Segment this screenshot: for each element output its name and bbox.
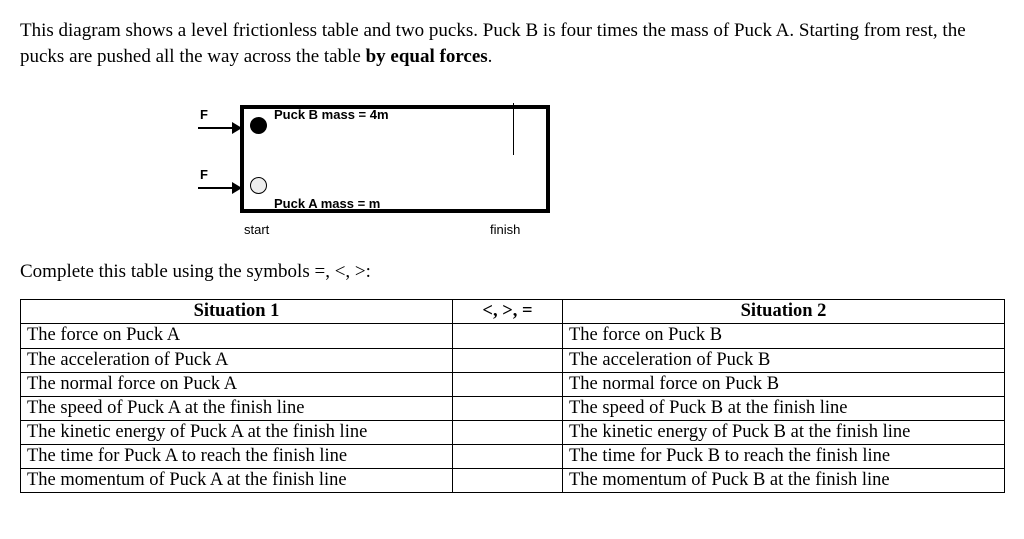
cell-operator-input[interactable] <box>453 348 563 372</box>
finish-line-icon <box>513 103 515 155</box>
cell-situation-1: The time for Puck A to reach the finish … <box>21 445 453 469</box>
cell-situation-2: The time for Puck B to reach the finish … <box>563 445 1005 469</box>
comparison-table: Situation 1 <, >, = Situation 2 The forc… <box>20 299 1005 493</box>
cell-operator-input[interactable] <box>453 445 563 469</box>
arrow-shaft-icon <box>198 187 234 189</box>
puck-b-label: Puck B mass = 4m <box>274 107 389 122</box>
arrow-head-icon <box>232 122 242 134</box>
table-row: The force on Puck A The force on Puck B <box>21 324 1005 348</box>
cell-situation-1: The force on Puck A <box>21 324 453 348</box>
table-row: The normal force on Puck A The normal for… <box>21 372 1005 396</box>
table-row: The acceleration of Puck A The accelerati… <box>21 348 1005 372</box>
cell-situation-2: The momentum of Puck B at the finish lin… <box>563 469 1005 493</box>
cell-operator-input[interactable] <box>453 420 563 444</box>
force-arrow-a: F <box>194 175 244 195</box>
table-row: The speed of Puck A at the finish line Th… <box>21 396 1005 420</box>
caption-finish: finish <box>490 222 520 237</box>
table-row: The momentum of Puck A at the finish lin… <box>21 469 1005 493</box>
cell-situation-1: The speed of Puck A at the finish line <box>21 396 453 420</box>
force-label-b: F <box>200 107 208 122</box>
arrow-shaft-icon <box>198 127 234 129</box>
force-arrow-b: F <box>194 115 244 135</box>
table-header-row: Situation 1 <, >, = Situation 2 <box>21 300 1005 324</box>
cell-operator-input[interactable] <box>453 372 563 396</box>
table-row: The time for Puck A to reach the finish … <box>21 445 1005 469</box>
puck-a-label: Puck A mass = m <box>274 196 380 211</box>
cell-situation-2: The kinetic energy of Puck B at the fini… <box>563 420 1005 444</box>
cell-situation-1: The normal force on Puck A <box>21 372 453 396</box>
header-situation-2: Situation 2 <box>563 300 1005 324</box>
arrow-head-icon <box>232 182 242 194</box>
table-outline: F F Puck B mass = 4m Puck A mass = m <box>240 105 550 213</box>
header-operator: <, >, = <box>453 300 563 324</box>
instruction-text: Complete this table using the symbols =,… <box>20 261 1004 283</box>
cell-operator-input[interactable] <box>453 324 563 348</box>
cell-situation-1: The acceleration of Puck A <box>21 348 453 372</box>
intro-bold: by equal forces <box>366 46 488 67</box>
cell-situation-2: The force on Puck B <box>563 324 1005 348</box>
cell-operator-input[interactable] <box>453 396 563 420</box>
force-label-a: F <box>200 167 208 182</box>
cell-situation-2: The acceleration of Puck B <box>563 348 1005 372</box>
cell-situation-2: The speed of Puck B at the finish line <box>563 396 1005 420</box>
cell-situation-2: The normal force on Puck B <box>563 372 1005 396</box>
caption-start: start <box>244 222 269 237</box>
intro-part2: . <box>488 46 493 67</box>
diagram: F F Puck B mass = 4m Puck A mass = m sta… <box>190 105 610 213</box>
intro-text: This diagram shows a level frictionless … <box>20 18 1004 69</box>
cell-situation-1: The momentum of Puck A at the finish lin… <box>21 469 453 493</box>
cell-situation-1: The kinetic energy of Puck A at the fini… <box>21 420 453 444</box>
puck-b-icon <box>250 117 267 134</box>
header-situation-1: Situation 1 <box>21 300 453 324</box>
cell-operator-input[interactable] <box>453 469 563 493</box>
puck-a-icon <box>250 177 267 194</box>
intro-part1: This diagram shows a level frictionless … <box>20 20 966 67</box>
table-row: The kinetic energy of Puck A at the fini… <box>21 420 1005 444</box>
